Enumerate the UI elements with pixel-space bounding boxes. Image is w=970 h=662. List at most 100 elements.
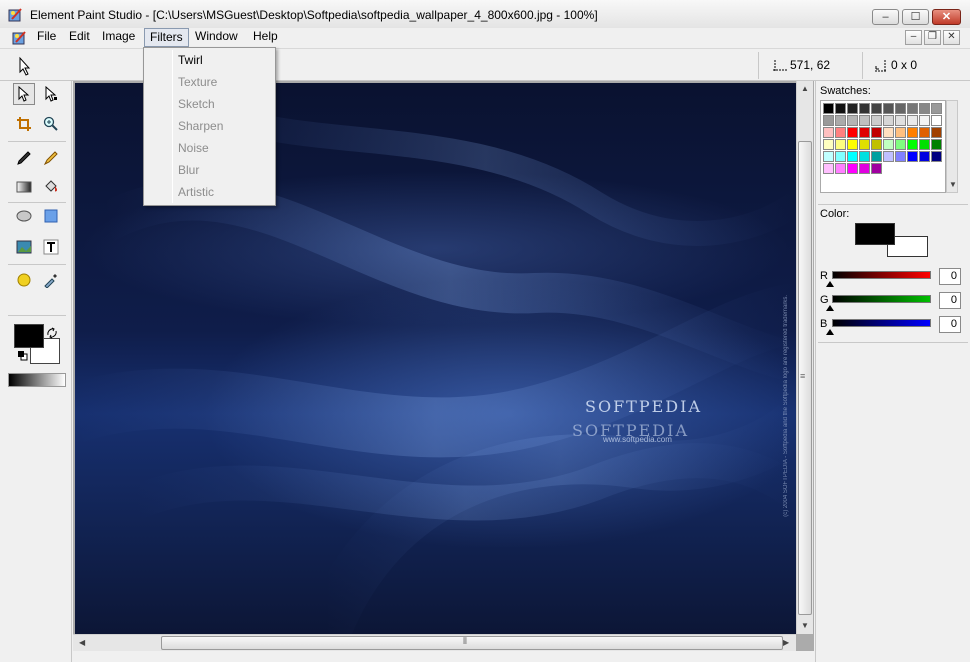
color-swatch[interactable] (847, 115, 858, 126)
gradient-tool[interactable] (13, 176, 35, 198)
text-tool[interactable] (40, 236, 62, 258)
color-swatch[interactable] (835, 127, 846, 138)
color-swatch[interactable] (859, 139, 870, 150)
color-swatch[interactable] (919, 127, 930, 138)
color-swatch[interactable] (823, 139, 834, 150)
color-swatch[interactable] (895, 139, 906, 150)
color-swatch[interactable] (871, 151, 882, 162)
gradient-preview[interactable] (8, 373, 66, 387)
foreground-color-preview[interactable] (855, 223, 895, 245)
horizontal-scroll-thumb[interactable] (161, 636, 783, 650)
color-swatch[interactable] (847, 139, 858, 150)
filter-sketch[interactable]: Sketch (178, 97, 215, 111)
color-swatch[interactable] (919, 103, 930, 114)
document-close-button[interactable]: ✕ (943, 30, 960, 45)
color-swatch[interactable] (919, 139, 930, 150)
color-swatch[interactable] (883, 127, 894, 138)
color-swatch[interactable] (859, 151, 870, 162)
color-swatch[interactable] (847, 151, 858, 162)
color-swatch[interactable] (931, 139, 942, 150)
color-swatch[interactable] (871, 139, 882, 150)
color-swatch[interactable] (859, 103, 870, 114)
minimize-button[interactable]: ‒ (872, 9, 899, 25)
filter-noise[interactable]: Noise (178, 141, 209, 155)
horizontal-scrollbar[interactable]: ◀ ⦀ ▶ (73, 634, 796, 651)
color-swatch[interactable] (919, 151, 930, 162)
filter-blur[interactable]: Blur (178, 163, 199, 177)
color-swatch[interactable] (883, 115, 894, 126)
cursor-icon[interactable] (14, 55, 36, 77)
color-swatch[interactable] (907, 139, 918, 150)
color-swatch[interactable] (895, 103, 906, 114)
menu-image[interactable]: Image (97, 28, 140, 47)
color-swatch[interactable] (907, 103, 918, 114)
blue-slider[interactable] (832, 319, 931, 327)
color-swatch[interactable] (835, 151, 846, 162)
filter-texture[interactable]: Texture (178, 75, 217, 89)
rectangle-tool[interactable] (40, 205, 62, 227)
filter-artistic[interactable]: Artistic (178, 185, 214, 199)
red-slider-thumb[interactable] (826, 281, 834, 287)
maximize-button[interactable]: ☐ (902, 9, 929, 25)
red-value-input[interactable]: 0 (939, 268, 961, 285)
color-swatch[interactable] (907, 115, 918, 126)
color-swatch[interactable] (907, 127, 918, 138)
ellipse-tool[interactable] (13, 205, 35, 227)
color-swatch[interactable] (823, 103, 834, 114)
brush-tool[interactable] (40, 147, 62, 169)
color-swatch[interactable] (931, 115, 942, 126)
green-slider[interactable] (832, 295, 931, 303)
document-restore-button[interactable]: ❐ (924, 30, 941, 45)
color-swatch[interactable] (931, 127, 942, 138)
select-tool[interactable] (40, 83, 62, 105)
red-slider[interactable] (832, 271, 931, 279)
menu-window[interactable]: Window (190, 28, 243, 47)
color-swatch[interactable] (883, 103, 894, 114)
fill-tool[interactable] (40, 176, 62, 198)
foreground-color-swatch[interactable] (14, 324, 44, 348)
menu-edit[interactable]: Edit (64, 28, 95, 47)
color-swatch[interactable] (931, 151, 942, 162)
reset-colors-icon[interactable] (18, 351, 28, 361)
color-swatch[interactable] (883, 151, 894, 162)
zoom-tool[interactable] (40, 113, 62, 135)
color-swatch[interactable] (871, 163, 882, 174)
pen-tool[interactable] (13, 147, 35, 169)
color-swatch[interactable] (835, 103, 846, 114)
color-swatch[interactable] (871, 115, 882, 126)
eyedropper-tool[interactable] (40, 269, 62, 291)
color-swatch[interactable] (823, 127, 834, 138)
color-swatch[interactable] (823, 163, 834, 174)
filter-twirl[interactable]: Twirl (178, 53, 203, 67)
scroll-right-icon[interactable]: ▶ (783, 638, 789, 647)
color-swatch[interactable] (835, 163, 846, 174)
close-button[interactable]: ✕ (932, 9, 961, 25)
image-tool[interactable] (13, 236, 35, 258)
swatches-scroll-down-icon[interactable]: ▼ (949, 180, 957, 189)
scroll-left-icon[interactable]: ◀ (79, 638, 85, 647)
color-swatch[interactable] (895, 127, 906, 138)
color-swatch[interactable] (859, 163, 870, 174)
sphere-tool[interactable] (13, 269, 35, 291)
color-swatch[interactable] (919, 115, 930, 126)
scroll-down-icon[interactable]: ▼ (801, 621, 809, 630)
menu-help[interactable]: Help (248, 28, 283, 47)
color-swatch[interactable] (835, 139, 846, 150)
color-swatch[interactable] (859, 115, 870, 126)
color-swatch[interactable] (895, 115, 906, 126)
scroll-up-icon[interactable]: ▲ (801, 84, 809, 93)
color-swatch[interactable] (823, 115, 834, 126)
menu-file[interactable]: File (32, 28, 61, 47)
color-swatch[interactable] (847, 127, 858, 138)
vertical-scrollbar[interactable]: ▲ ≡ ▼ (796, 81, 813, 634)
swap-colors-icon[interactable] (46, 327, 58, 339)
filter-sharpen[interactable]: Sharpen (178, 119, 223, 133)
color-swatch[interactable] (931, 103, 942, 114)
blue-slider-thumb[interactable] (826, 329, 834, 335)
swatches-scrollbar[interactable]: ▼ (946, 100, 958, 193)
green-slider-thumb[interactable] (826, 305, 834, 311)
pointer-tool[interactable] (13, 83, 35, 105)
menu-filters[interactable]: Filters (144, 28, 189, 47)
blue-value-input[interactable]: 0 (939, 316, 961, 333)
crop-tool[interactable] (13, 113, 35, 135)
